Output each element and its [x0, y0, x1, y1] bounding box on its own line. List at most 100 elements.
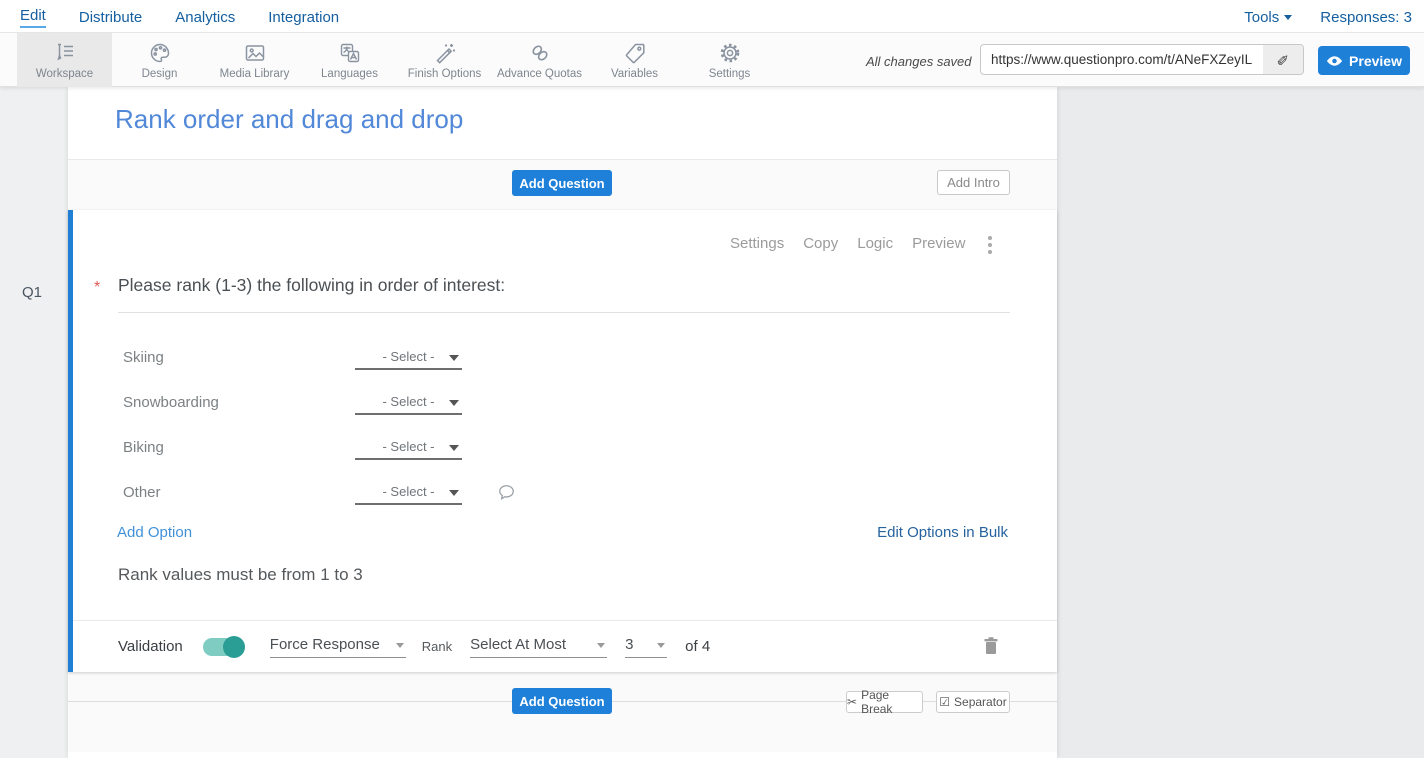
question-more-menu[interactable]	[985, 236, 995, 254]
eye-icon	[1326, 55, 1343, 67]
chevron-down-icon	[449, 445, 459, 451]
page-break-label: Page Break	[861, 688, 922, 716]
page-break-icon: ✂	[847, 695, 857, 709]
rank-select-biking[interactable]: - Select -	[355, 439, 462, 460]
toolbar-item-variables[interactable]: Variables	[587, 33, 682, 87]
select-value: - Select -	[382, 439, 434, 454]
chevron-down-icon	[449, 355, 459, 361]
of-total-label: of 4	[685, 638, 710, 655]
rank-count-select[interactable]: 3	[625, 636, 667, 658]
next-block-edge	[68, 752, 1057, 758]
separator-label: Separator	[954, 695, 1007, 709]
select-value: - Select -	[382, 484, 434, 499]
rank-values-note: Rank values must be from 1 to 3	[118, 565, 363, 585]
editor-toolbar: Workspace Design Media Library	[0, 32, 1424, 87]
question-settings-link[interactable]: Settings	[730, 235, 784, 252]
toolbar-label: Media Library	[220, 68, 290, 80]
question-preview-link[interactable]: Preview	[912, 235, 965, 252]
select-value: - Select -	[382, 394, 434, 409]
page-break-button[interactable]: ✂ Page Break	[846, 691, 923, 713]
toolbar-label: Advance Quotas	[497, 68, 582, 80]
nav-item-analytics[interactable]: Analytics	[175, 7, 235, 26]
nav-item-integration[interactable]: Integration	[268, 7, 339, 26]
chevron-down-icon	[449, 490, 459, 496]
workspace-icon	[53, 41, 77, 65]
select-value: Force Response	[270, 636, 380, 653]
option-label[interactable]: Other	[123, 484, 161, 501]
preview-label: Preview	[1349, 53, 1402, 69]
settings-icon	[718, 41, 742, 65]
validation-toggle[interactable]	[203, 638, 243, 656]
share-url-input[interactable]	[981, 45, 1263, 74]
toolbar-item-languages[interactable]: Languages	[302, 33, 397, 87]
toolbar-label: Settings	[709, 68, 751, 80]
toolbar-item-settings[interactable]: Settings	[682, 33, 777, 87]
select-rule-select[interactable]: Select At Most	[470, 636, 607, 658]
top-nav-right: Tools Responses: 3	[1244, 0, 1412, 32]
force-response-select[interactable]: Force Response	[270, 636, 406, 658]
chevron-down-icon	[657, 643, 665, 648]
question-copy-link[interactable]: Copy	[803, 235, 838, 252]
rank-label: Rank	[422, 639, 452, 654]
languages-icon	[338, 41, 362, 65]
toolbar-item-advance-quotas[interactable]: Advance Quotas	[492, 33, 587, 87]
toolbar-item-finish-options[interactable]: Finish Options	[397, 33, 492, 87]
chevron-down-icon	[449, 400, 459, 406]
preview-button[interactable]: Preview	[1318, 46, 1410, 75]
option-label[interactable]: Snowboarding	[123, 394, 219, 411]
add-intro-button[interactable]: Add Intro	[937, 170, 1010, 195]
advance-quotas-icon	[528, 41, 552, 65]
question-text-input[interactable]: Please rank (1-3) the following in order…	[118, 275, 505, 296]
toolbar-item-workspace[interactable]: Workspace	[17, 33, 112, 87]
chevron-down-icon	[597, 643, 605, 648]
separator-button[interactable]: ☑ Separator	[936, 691, 1010, 713]
validation-row: Validation Force Response Rank Select At…	[73, 620, 1057, 672]
toolbar-label: Languages	[321, 68, 378, 80]
question-number: Q1	[22, 284, 42, 301]
toolbar-item-design[interactable]: Design	[112, 33, 207, 87]
survey-column: Rank order and drag and drop Add Questio…	[68, 87, 1057, 758]
rank-select-snowboarding[interactable]: - Select -	[355, 394, 462, 415]
edit-options-in-bulk-link[interactable]: Edit Options in Bulk	[877, 524, 1008, 541]
select-value: 3	[625, 636, 633, 653]
pencil-icon: ✎	[1274, 53, 1292, 66]
select-value: - Select -	[382, 349, 434, 364]
edit-url-button[interactable]: ✎	[1263, 45, 1303, 74]
share-url-field: ✎	[980, 44, 1304, 75]
question-menu: Settings Copy Logic Preview	[730, 235, 965, 252]
toolbar-items: Workspace Design Media Library	[17, 33, 777, 87]
add-question-button-bottom[interactable]: Add Question	[512, 688, 612, 714]
top-nav-items: Edit Distribute Analytics Integration	[20, 0, 339, 32]
question-logic-link[interactable]: Logic	[857, 235, 893, 252]
editor-page: Q1 Rank order and drag and drop Add Ques…	[0, 87, 1424, 758]
nav-item-distribute[interactable]: Distribute	[79, 7, 142, 26]
responses-link[interactable]: Responses: 3	[1320, 7, 1412, 26]
toolbar-label: Design	[142, 68, 178, 80]
option-label[interactable]: Skiing	[123, 349, 164, 366]
select-value: Select At Most	[470, 636, 566, 653]
nav-item-edit[interactable]: Edit	[20, 5, 46, 28]
comment-icon[interactable]	[497, 483, 516, 502]
top-nav: Edit Distribute Analytics Integration To…	[0, 0, 1424, 32]
toolbar-label: Workspace	[36, 68, 93, 80]
question-card: Settings Copy Logic Preview * Please ran…	[68, 210, 1057, 672]
save-status: All changes saved	[866, 54, 972, 69]
survey-title[interactable]: Rank order and drag and drop	[115, 104, 463, 135]
add-question-button-top[interactable]: Add Question	[512, 170, 612, 196]
delete-question-icon[interactable]	[982, 636, 1000, 656]
survey-title-block: Rank order and drag and drop	[68, 87, 1057, 160]
toolbar-label: Variables	[611, 68, 658, 80]
option-label[interactable]: Biking	[123, 439, 164, 456]
media-library-icon	[243, 41, 267, 65]
tools-menu[interactable]: Tools	[1244, 7, 1292, 26]
left-gutter	[0, 87, 68, 758]
toolbar-item-media-library[interactable]: Media Library	[207, 33, 302, 87]
rank-select-other[interactable]: - Select -	[355, 484, 462, 505]
variables-icon	[623, 41, 647, 65]
finish-options-icon	[433, 41, 457, 65]
add-option-link[interactable]: Add Option	[117, 524, 192, 541]
toggle-knob	[223, 636, 245, 658]
question-text-underline	[118, 312, 1010, 313]
separator-icon: ☑	[939, 695, 950, 709]
rank-select-skiing[interactable]: - Select -	[355, 349, 462, 370]
